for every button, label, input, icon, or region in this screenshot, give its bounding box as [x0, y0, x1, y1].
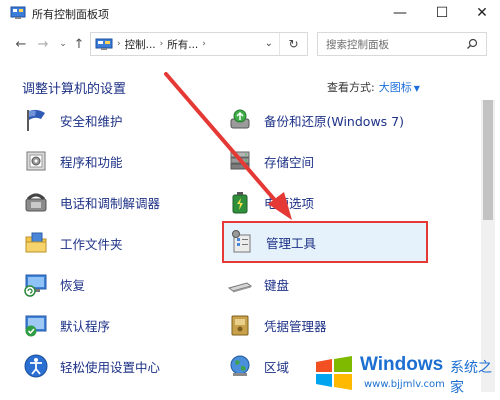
item-label: 电话和调制解调器 — [60, 195, 161, 211]
view-by-label: 查看方式: — [327, 81, 375, 94]
recovery-icon — [22, 270, 50, 298]
control-panel-icon — [10, 6, 26, 19]
item-recovery[interactable]: 恢复 — [22, 267, 85, 301]
item-power-options[interactable]: 电源选项 — [226, 185, 314, 219]
breadcrumb-control-panel[interactable]: 控制... — [125, 37, 156, 52]
back-button[interactable]: ← — [12, 35, 30, 53]
work-folders-icon — [22, 229, 50, 257]
window-title: 所有控制面板项 — [32, 8, 109, 21]
forward-button[interactable]: → — [34, 35, 52, 53]
power-icon — [226, 188, 254, 216]
item-label: 工作文件夹 — [60, 236, 123, 252]
watermark-url: www.bjjmlv.com — [364, 379, 445, 390]
close-button[interactable]: ✕ — [460, 0, 500, 26]
view-by-control[interactable]: 查看方式: 大图标 ▼ — [327, 79, 420, 95]
control-panel-icon — [95, 38, 113, 50]
search-box[interactable] — [317, 32, 487, 56]
minimize-button[interactable]: — — [378, 0, 422, 26]
flag-icon — [22, 106, 50, 134]
watermark-brand-cn: 系统之家 — [450, 360, 492, 396]
item-default-programs[interactable]: 默认程序 — [22, 308, 110, 342]
title-bar: 所有控制面板项 — ☐ ✕ — [0, 0, 500, 26]
item-ease-of-access[interactable]: 轻松使用设置中心 — [22, 349, 160, 383]
item-backup-restore[interactable]: 备份和还原(Windows 7) — [226, 103, 404, 137]
address-bar[interactable]: › 控制... › 所有... › ⌄ ↻ — [90, 32, 308, 56]
watermark: Windows 系统之家 www.bjjmlv.com — [310, 346, 498, 396]
item-phone-modem[interactable]: 电话和调制解调器 — [22, 185, 160, 219]
item-label: 键盘 — [264, 277, 290, 293]
page-heading: 调整计算机的设置 — [22, 82, 127, 97]
item-storage-spaces[interactable]: 存储空间 — [226, 144, 314, 178]
breadcrumb-separator: › — [117, 39, 121, 49]
windows-logo-icon — [316, 356, 352, 390]
item-region[interactable]: 区域 — [226, 349, 289, 383]
backup-icon — [226, 106, 254, 134]
admin-tools-icon — [228, 228, 256, 256]
storage-icon — [226, 147, 254, 175]
item-security-maintenance[interactable]: 安全和维护 — [22, 103, 123, 137]
refresh-button[interactable]: ↻ — [279, 33, 307, 55]
view-by-value[interactable]: 大图标 — [379, 81, 412, 94]
ease-of-access-icon — [22, 352, 50, 380]
up-button[interactable]: ↑ — [70, 35, 88, 53]
search-icon[interactable] — [466, 38, 478, 50]
item-label: 安全和维护 — [60, 113, 123, 129]
keyboard-icon — [226, 270, 254, 298]
breadcrumb-all-items[interactable]: 所有... — [167, 37, 198, 52]
programs-icon — [22, 147, 50, 175]
item-programs-features[interactable]: 程序和功能 — [22, 144, 123, 178]
item-label: 凭据管理器 — [264, 318, 327, 334]
item-label: 区域 — [264, 359, 290, 375]
item-label: 存储空间 — [264, 154, 315, 170]
item-keyboard[interactable]: 键盘 — [226, 267, 289, 301]
item-administrative-tools[interactable]: 管理工具 — [222, 221, 428, 263]
item-label: 备份和还原(Windows 7) — [264, 113, 404, 129]
item-label: 轻松使用设置中心 — [60, 359, 161, 375]
breadcrumb-separator: › — [159, 39, 164, 49]
scrollbar-thumb[interactable] — [483, 100, 493, 220]
search-input[interactable] — [318, 34, 458, 56]
item-work-folders[interactable]: 工作文件夹 — [22, 226, 123, 260]
maximize-button[interactable]: ☐ — [420, 0, 464, 26]
item-label: 管理工具 — [266, 235, 317, 251]
address-dropdown-button[interactable]: ⌄ — [265, 38, 273, 49]
chevron-down-icon[interactable]: ▼ — [414, 84, 420, 93]
watermark-brand: Windows — [360, 354, 444, 375]
breadcrumb-separator: › — [202, 39, 206, 49]
region-icon — [226, 352, 254, 380]
default-programs-icon — [22, 311, 50, 339]
navigation-bar: ← → ⌄ ↑ › 控制... › 所有... › ⌄ ↻ — [0, 26, 500, 62]
item-label: 恢复 — [60, 277, 86, 293]
item-label: 程序和功能 — [60, 154, 123, 170]
phone-modem-icon — [22, 188, 50, 216]
item-label: 默认程序 — [60, 318, 111, 334]
credential-icon — [226, 311, 254, 339]
item-credential-manager[interactable]: 凭据管理器 — [226, 308, 327, 342]
item-label: 电源选项 — [264, 195, 315, 211]
